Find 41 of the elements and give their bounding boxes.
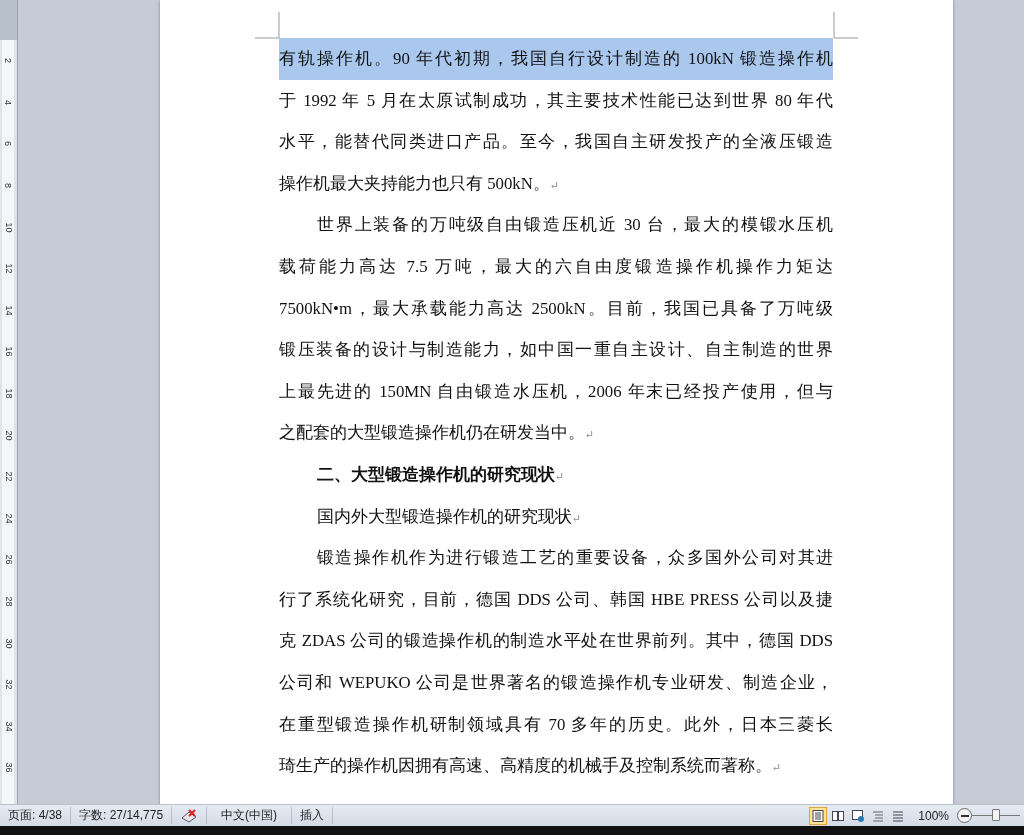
ruler-number: 12	[3, 263, 13, 274]
ruler-number: 6	[3, 141, 13, 147]
zoom-slider-thumb[interactable]	[992, 809, 1000, 821]
paragraph: 锻造操作机作为进行锻造工艺的重要设备，众多国外公司对其进 行了系统化研究，目前，德国 DDS 公司、韩国 HBE PRESS 公司以及捷 克 ZDAS 公司的锻造操作机的制造水平处在世界前列。其中，德国 DDS 公司和 WEPUKO 公司是世界著名的锻造操作机专业研发、制造企业， 在重型锻造操作机研制领域具有 70 多年的历史。此外，日本三菱长 琦生产的操作机因拥有高速、高精度的机械手及控制系统而著称。↵	[279, 547, 833, 778]
ruler-number: 34	[3, 721, 13, 732]
insert-mode-label[interactable]: 插入	[292, 807, 334, 824]
ruler-number: 2	[3, 58, 13, 64]
ruler-number: 4	[3, 99, 13, 105]
paragraph: 有轨操作机。90 年代初期，我国自行设计制造的 100kN 锻造操作机 于 1992 年 5 月在太原试制成功，其主要技术性能已达到世界 80 年代 水平，能替代同类进口产品。至今，我国自主研发投产的全液压锻造 操作机最大夹持能力也只有 500kN。↵	[279, 38, 833, 205]
ruler-number: 30	[3, 638, 13, 649]
outline-icon	[872, 809, 885, 822]
ruler-number: 14	[3, 305, 13, 316]
ruler-number: 16	[3, 346, 13, 357]
paragraph: 国内外大型锻造操作机的研究现状↵	[316, 505, 583, 528]
heading: 二、大型锻造操作机的研究现状↵	[316, 463, 566, 486]
ruler-number: 28	[3, 596, 13, 607]
ruler-number: 10	[3, 222, 13, 233]
word-count[interactable]: 字数: 27/14,775	[71, 807, 173, 824]
ruler-number: 8	[3, 183, 13, 189]
ruler-number: 26	[3, 554, 13, 565]
ruler-number: 24	[3, 513, 13, 524]
web-page-icon	[852, 809, 865, 822]
paragraph: 世界上装备的万吨级自由锻造压机近 30 台，最大的模锻水压机 载荷能力高达 7.5 万吨，最大的六自由度锻造操作机操作力矩达 7500kN•m，最大承载能力高达 2500kN。目前，我国已具备了万吨级 锻压装备的设计与制造能力，如中国一重自主设计、自主制造的世界 上最先进的 150MN 自由锻造水压机，2006 年末已经投产使用，但与 之配套的大型锻造操作机仍在研发当中。↵	[279, 214, 833, 445]
page-icon	[812, 809, 825, 822]
minus-icon	[960, 814, 969, 817]
ruler-number: 36	[3, 762, 13, 773]
ruler-number: 32	[3, 679, 13, 690]
ruler-number: 22	[3, 471, 13, 482]
ruler-number: 18	[3, 388, 13, 399]
spell-check-icon[interactable]	[180, 808, 199, 823]
ruler-margin	[0, 0, 17, 40]
page-count[interactable]: 页面: 4/38	[0, 807, 72, 824]
crop-mark	[833, 12, 858, 39]
lines-icon	[892, 809, 905, 822]
ruler-number: 20	[3, 430, 13, 441]
language-label[interactable]: 中文(中国)	[207, 807, 293, 824]
zoom-out-button[interactable]	[957, 808, 972, 823]
zoom-level[interactable]: 100%	[918, 808, 949, 823]
view-button[interactable]	[809, 806, 828, 825]
book-icon	[832, 809, 845, 822]
crop-mark	[255, 12, 280, 39]
